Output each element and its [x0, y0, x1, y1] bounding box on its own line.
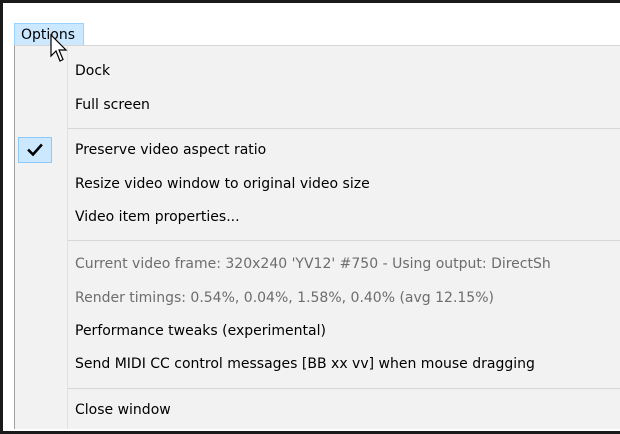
menu-item-label: Performance tweaks (experimental) — [75, 323, 326, 339]
menu-item-label: Render timings: 0.54%, 0.04%, 1.58%, 0.4… — [75, 290, 494, 306]
options-dropdown-menu: Dock Full screen Preserve video aspect r… — [14, 45, 620, 429]
menu-item-dock[interactable]: Dock — [15, 56, 620, 86]
menu-item-label: Send MIDI CC control messages [BB xx vv]… — [75, 356, 535, 372]
menu-item-label: Current video frame: 320x240 'YV12' #750… — [75, 256, 551, 272]
checked-indicator — [18, 137, 52, 163]
menu-item-current-video-frame: Current video frame: 320x240 'YV12' #750… — [15, 249, 620, 279]
menu-separator — [68, 240, 620, 241]
menu-item-close-window[interactable]: Close window — [15, 395, 620, 425]
menu-item-label: Full screen — [75, 97, 150, 113]
menu-item-label: Dock — [75, 63, 111, 79]
menu-separator — [68, 388, 620, 389]
menu-item-label: Close window — [75, 402, 171, 418]
menu-item-label: Resize video window to original video si… — [75, 176, 370, 192]
menu-item-label: Video item properties... — [75, 209, 240, 225]
menu-item-video-item-properties[interactable]: Video item properties... — [15, 202, 620, 232]
menu-item-render-timings: Render timings: 0.54%, 0.04%, 1.58%, 0.4… — [15, 283, 620, 313]
menu-item-label: Preserve video aspect ratio — [75, 142, 267, 158]
menu-separator — [68, 128, 620, 129]
checkmark-icon — [27, 143, 43, 157]
menu-item-full-screen[interactable]: Full screen — [15, 90, 620, 120]
menu-item-performance-tweaks[interactable]: Performance tweaks (experimental) — [15, 316, 620, 346]
menu-item-send-midi-cc[interactable]: Send MIDI CC control messages [BB xx vv]… — [15, 349, 620, 379]
menu-bar: Options — [3, 3, 617, 48]
menu-item-preserve-aspect-ratio[interactable]: Preserve video aspect ratio — [15, 135, 620, 165]
menu-item-resize-to-original[interactable]: Resize video window to original video si… — [15, 169, 620, 199]
mouse-pointer-icon — [50, 34, 68, 62]
